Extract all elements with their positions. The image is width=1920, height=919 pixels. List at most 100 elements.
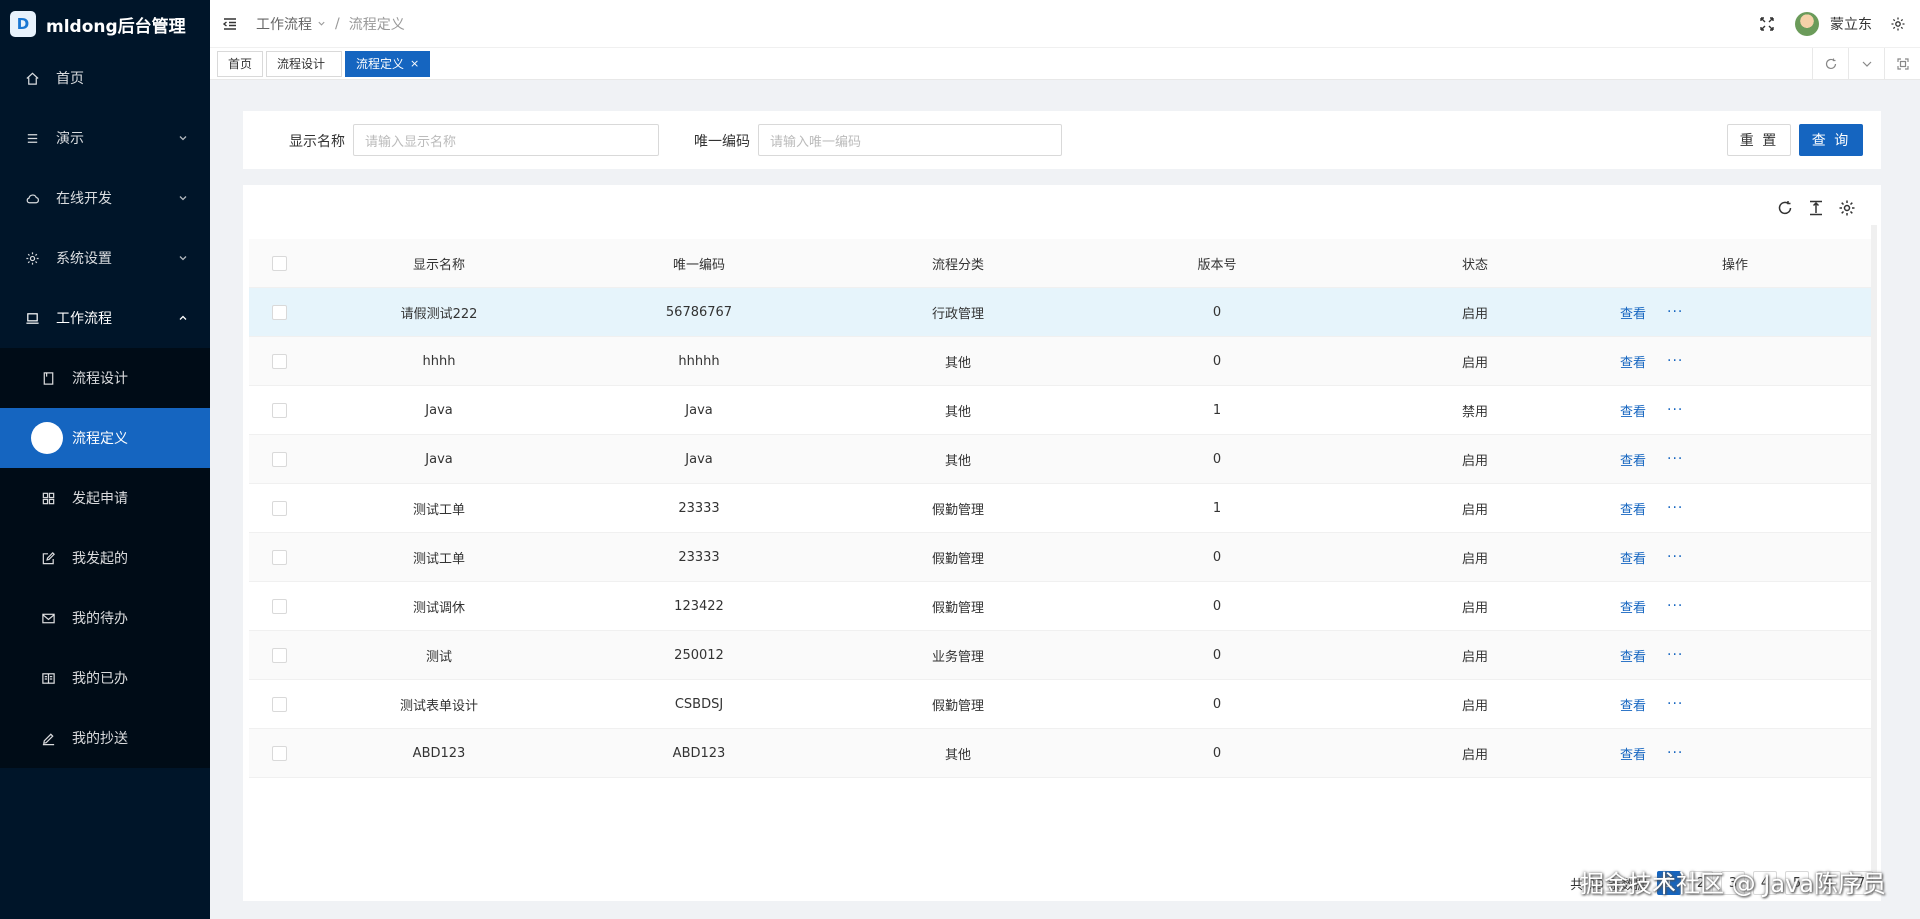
header-actions: 蒙立东 [1759, 0, 1906, 48]
sidebar-item-label: 我发起的 [72, 551, 128, 567]
table-scrollbar[interactable] [1871, 225, 1877, 875]
name-input[interactable]: 请输入显示名称 [353, 124, 659, 156]
more-actions-icon[interactable]: ··· [1667, 435, 1683, 483]
view-link[interactable]: 查看 [1620, 337, 1646, 385]
settings-gear-icon[interactable] [1890, 16, 1906, 32]
row-checkbox[interactable] [272, 452, 287, 467]
row-checkbox[interactable] [272, 403, 287, 418]
row-checkbox[interactable] [272, 648, 287, 663]
cell-status: 启用 [1461, 698, 1488, 714]
more-actions-icon[interactable]: ··· [1667, 337, 1683, 385]
table-row[interactable]: 测试调休 123422 假勤管理 0 启用 查看 ··· [249, 582, 1873, 631]
sidebar-item-label: 发起申请 [72, 491, 128, 507]
row-checkbox[interactable] [272, 697, 287, 712]
view-link[interactable]: 查看 [1620, 729, 1646, 777]
view-link[interactable]: 查看 [1620, 386, 1646, 434]
tab-fullscreen-button[interactable] [1884, 48, 1920, 80]
sidebar-item-process-definition[interactable]: 流程定义 [0, 408, 210, 468]
tab-process-design[interactable]: 流程设计 [266, 50, 343, 77]
sidebar-item-home[interactable]: 首页 [0, 48, 210, 108]
sidebar-item-my-todo[interactable]: 我的待办 [0, 588, 210, 648]
table-row[interactable]: 测试 250012 业务管理 0 启用 查看 ··· [249, 631, 1873, 680]
menu-fold-icon[interactable] [222, 16, 238, 32]
more-actions-icon[interactable]: ··· [1667, 680, 1683, 728]
brand-title: mldong后台管理 [46, 16, 186, 37]
laptop-icon [24, 310, 40, 326]
more-actions-icon[interactable]: ··· [1667, 386, 1683, 434]
cell-version: 0 [1212, 745, 1222, 761]
select-all-checkbox[interactable] [272, 256, 287, 271]
sidebar-item-online-dev[interactable]: 在线开发 [0, 168, 210, 228]
table-row[interactable]: ABD123 ABD123 其他 0 启用 查看 ··· [249, 729, 1873, 778]
sidebar-item-system-settings[interactable]: 系统设置 [0, 228, 210, 288]
table-row[interactable]: 请假测试222 56786767 行政管理 0 启用 查看 ··· [249, 288, 1873, 337]
sidebar-item-start-request[interactable]: 发起申请 [0, 468, 210, 528]
query-button[interactable]: 查 询 [1799, 124, 1863, 156]
view-link[interactable]: 查看 [1620, 533, 1646, 581]
breadcrumb: 工作流程 / 流程定义 [256, 14, 405, 34]
brand[interactable]: D mldong后台管理 [0, 0, 210, 48]
view-link[interactable]: 查看 [1620, 680, 1646, 728]
sidebar-item-process-design[interactable]: 流程设计 [0, 348, 210, 408]
cell-name: 请假测试222 [400, 306, 478, 322]
sidebar-item-label: 流程定义 [72, 431, 128, 447]
cell-category: 其他 [944, 404, 971, 420]
view-link[interactable]: 查看 [1620, 484, 1646, 532]
cell-key: 56786767 [665, 304, 733, 320]
tab-process-definition[interactable]: 流程定义 × [345, 50, 431, 77]
username[interactable]: 蒙立东 [1830, 14, 1872, 34]
row-checkbox[interactable] [272, 746, 287, 761]
sidebar-item-demo[interactable]: 演示 [0, 108, 210, 168]
cell-key: 123422 [674, 598, 724, 614]
reset-button[interactable]: 重 置 [1727, 124, 1791, 156]
more-actions-icon[interactable]: ··· [1667, 484, 1683, 532]
table-row[interactable]: 测试工单 23333 假勤管理 1 启用 查看 ··· [249, 484, 1873, 533]
view-link[interactable]: 查看 [1620, 582, 1646, 630]
chevron-down-icon [179, 196, 187, 201]
avatar[interactable] [1795, 12, 1819, 36]
fullscreen-icon[interactable] [1759, 16, 1775, 32]
row-checkbox[interactable] [272, 550, 287, 565]
view-link[interactable]: 查看 [1620, 631, 1646, 679]
refresh-icon[interactable] [1775, 198, 1795, 218]
sidebar-item-workflow[interactable]: 工作流程 [0, 288, 210, 348]
row-checkbox[interactable] [272, 501, 287, 516]
more-actions-icon[interactable]: ··· [1667, 582, 1683, 630]
sidebar-item-my-done[interactable]: 我的已办 [0, 648, 210, 708]
column-header-name: 显示名称 [412, 257, 465, 273]
cell-version: 0 [1212, 451, 1222, 467]
key-input[interactable]: 请输入唯一编码 [758, 124, 1062, 156]
column-settings-icon[interactable] [1837, 198, 1857, 218]
table-row[interactable]: Java Java 其他 0 启用 查看 ··· [249, 435, 1873, 484]
list-icon [24, 130, 40, 146]
tab-home[interactable]: 首页 [217, 50, 264, 77]
table-row[interactable]: 测试工单 23333 假勤管理 0 启用 查看 ··· [249, 533, 1873, 582]
more-actions-icon[interactable]: ··· [1667, 729, 1683, 777]
breadcrumb-item-workflow[interactable]: 工作流程 [256, 14, 312, 34]
tab-menu-button[interactable] [1848, 48, 1884, 80]
cell-version: 0 [1212, 598, 1222, 614]
close-icon[interactable]: × [410, 57, 419, 70]
reload-tab-button[interactable] [1812, 48, 1848, 80]
row-checkbox[interactable] [272, 354, 287, 369]
view-link[interactable]: 查看 [1620, 435, 1646, 483]
more-actions-icon[interactable]: ··· [1667, 631, 1683, 679]
name-input-placeholder: 请输入显示名称 [365, 134, 457, 150]
sidebar-item-my-cc[interactable]: 我的抄送 [0, 708, 210, 768]
grid-icon [40, 490, 56, 506]
chevron-down-icon[interactable] [317, 19, 326, 28]
more-actions-icon[interactable]: ··· [1667, 533, 1683, 581]
table-row[interactable]: Java Java 其他 1 禁用 查看 ··· [249, 386, 1873, 435]
cell-category: 假勤管理 [931, 698, 984, 714]
table-row[interactable]: 测试表单设计 CSBDSJ 假勤管理 0 启用 查看 ··· [249, 680, 1873, 729]
column-height-icon[interactable] [1806, 198, 1826, 218]
view-link[interactable]: 查看 [1620, 288, 1646, 336]
more-actions-icon[interactable]: ··· [1667, 288, 1683, 336]
cell-key: Java [685, 402, 713, 418]
cell-key: 23333 [678, 500, 720, 516]
row-checkbox[interactable] [272, 305, 287, 320]
row-checkbox[interactable] [272, 599, 287, 614]
table-row[interactable]: hhhh hhhhh 其他 0 启用 查看 ··· [249, 337, 1873, 386]
sidebar-item-my-initiated[interactable]: 我发起的 [0, 528, 210, 588]
tab-tools [1812, 48, 1920, 80]
